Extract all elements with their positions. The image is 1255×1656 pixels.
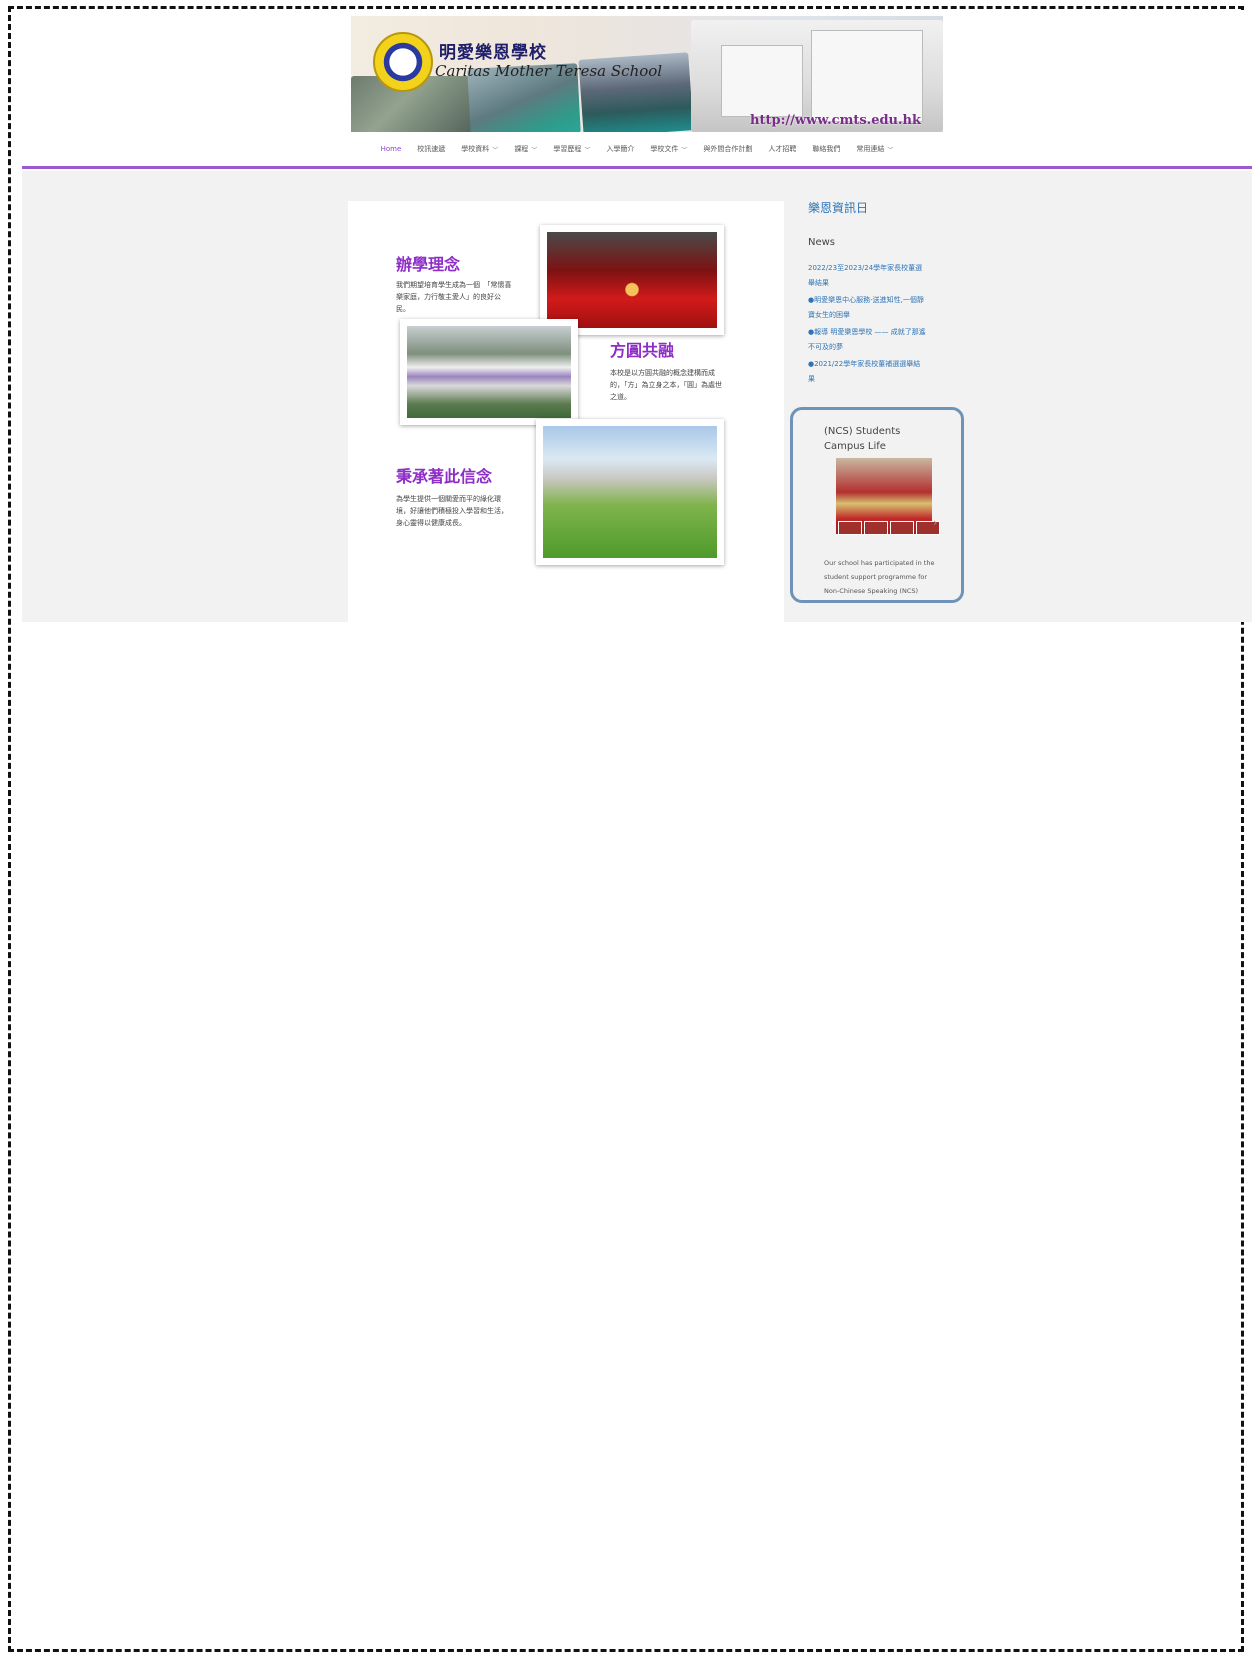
nav-item-recruitment[interactable]: 人才招聘	[768, 144, 796, 154]
nav-item-school-info[interactable]: 學校資料 ﹀	[461, 144, 498, 154]
nav-item-learning[interactable]: 學習歷程 ﹀	[553, 144, 590, 154]
school-name-cn: 明愛樂恩學校	[439, 43, 547, 63]
chevron-right-icon[interactable]: ›	[933, 516, 937, 529]
nav-item-contact[interactable]: 聯絡我們	[812, 144, 840, 154]
section-title-harmony: 方圓共融	[610, 341, 675, 360]
main-navigation: Home 校訊速遞 學校資料 ﹀ 課程 ﹀ 學習歷程 ﹀ 入學簡介 學校文件 ﹀ 與外間…	[22, 138, 1252, 160]
chevron-down-icon: ﹀	[492, 146, 499, 154]
section-title-belief: 秉承著此信念	[396, 467, 493, 486]
news-item[interactable]: 2022/23至2023/24學年家長校董選舉結果	[808, 261, 926, 291]
chevron-down-icon: ﹀	[531, 146, 538, 154]
chevron-left-icon[interactable]: ‹	[831, 516, 835, 529]
main-content: 辦學理念 我們期望培育學生成為一個 「常懷喜樂家庭，力行敬主愛人」的良好公民。 …	[22, 171, 1252, 622]
nav-item-admission[interactable]: 入學簡介	[606, 144, 634, 154]
sidebar: 樂恩資訊日 News 2022/23至2023/24學年家長校董選舉結果 ●明愛…	[788, 171, 988, 622]
carousel-thumbnail[interactable]	[864, 521, 888, 535]
website: 明愛樂恩學校 Caritas Mother Teresa School http…	[22, 10, 1252, 622]
news-item[interactable]: ●2021/22學年家長校董補選選舉結果	[808, 357, 926, 387]
photo-garden	[536, 419, 724, 565]
nav-item-home[interactable]: Home	[381, 145, 402, 153]
chevron-down-icon: ﹀	[887, 146, 894, 154]
news-list: 2022/23至2023/24學年家長校董選舉結果 ●明愛樂恩中心服務-送進知性…	[808, 261, 926, 389]
chevron-down-icon: ﹀	[681, 146, 688, 154]
nav-item-news[interactable]: 校訊速遞	[417, 144, 445, 154]
nav-item-documents[interactable]: 學校文件 ﹀	[650, 144, 687, 154]
photo-campus-aerial	[400, 319, 578, 425]
nav-divider	[22, 166, 1252, 169]
news-item[interactable]: ●報導 明愛樂恩學校 —— 成就了那遙不可及的夢	[808, 325, 926, 355]
nav-item-curriculum[interactable]: 課程 ﹀	[514, 144, 537, 154]
nav-item-partnerships[interactable]: 與外間合作計劃	[703, 144, 752, 154]
ncs-carousel-thumbnails	[838, 521, 940, 535]
banner-url: http://www.cmts.edu.hk	[750, 113, 921, 128]
section-text-belief: 為學生提供一個關愛而平的綠化環境，好讓他們積極投入學習和生活，身心靈得以健康成長…	[396, 495, 508, 527]
carousel-thumbnail[interactable]	[838, 521, 862, 535]
ncs-description: Our school has participated in the stude…	[824, 559, 935, 595]
section-text-harmony: 本校是以方圓共融的概念建構而成的，「方」為立身之本，「圓」為處世之道。	[610, 369, 722, 401]
chevron-down-icon: ﹀	[584, 146, 591, 154]
carousel-thumbnail[interactable]	[890, 521, 914, 535]
news-heading: News	[808, 237, 836, 248]
nav-item-links[interactable]: 常用連結 ﹀	[856, 144, 893, 154]
school-name-en: Caritas Mother Teresa School	[435, 62, 663, 80]
article-panel: 辦學理念 我們期望培育學生成為一個 「常懷喜樂家庭，力行敬主愛人」的良好公民。 …	[348, 201, 784, 622]
sidebar-title[interactable]: 樂恩資訊日	[808, 199, 868, 216]
header-banner[interactable]: 明愛樂恩學校 Caritas Mother Teresa School http…	[351, 16, 943, 132]
ncs-title[interactable]: (NCS) Students Campus Life	[824, 424, 944, 454]
section-title-philosophy: 辦學理念	[396, 255, 461, 274]
section-text-philosophy: 我們期望培育學生成為一個 「常懷喜樂家庭，力行敬主愛人」的良好公民。	[396, 281, 512, 313]
news-item[interactable]: ●明愛樂恩中心服務-送進知性,一個靜寶女生的困擧	[808, 293, 926, 323]
school-logo[interactable]	[373, 32, 433, 92]
